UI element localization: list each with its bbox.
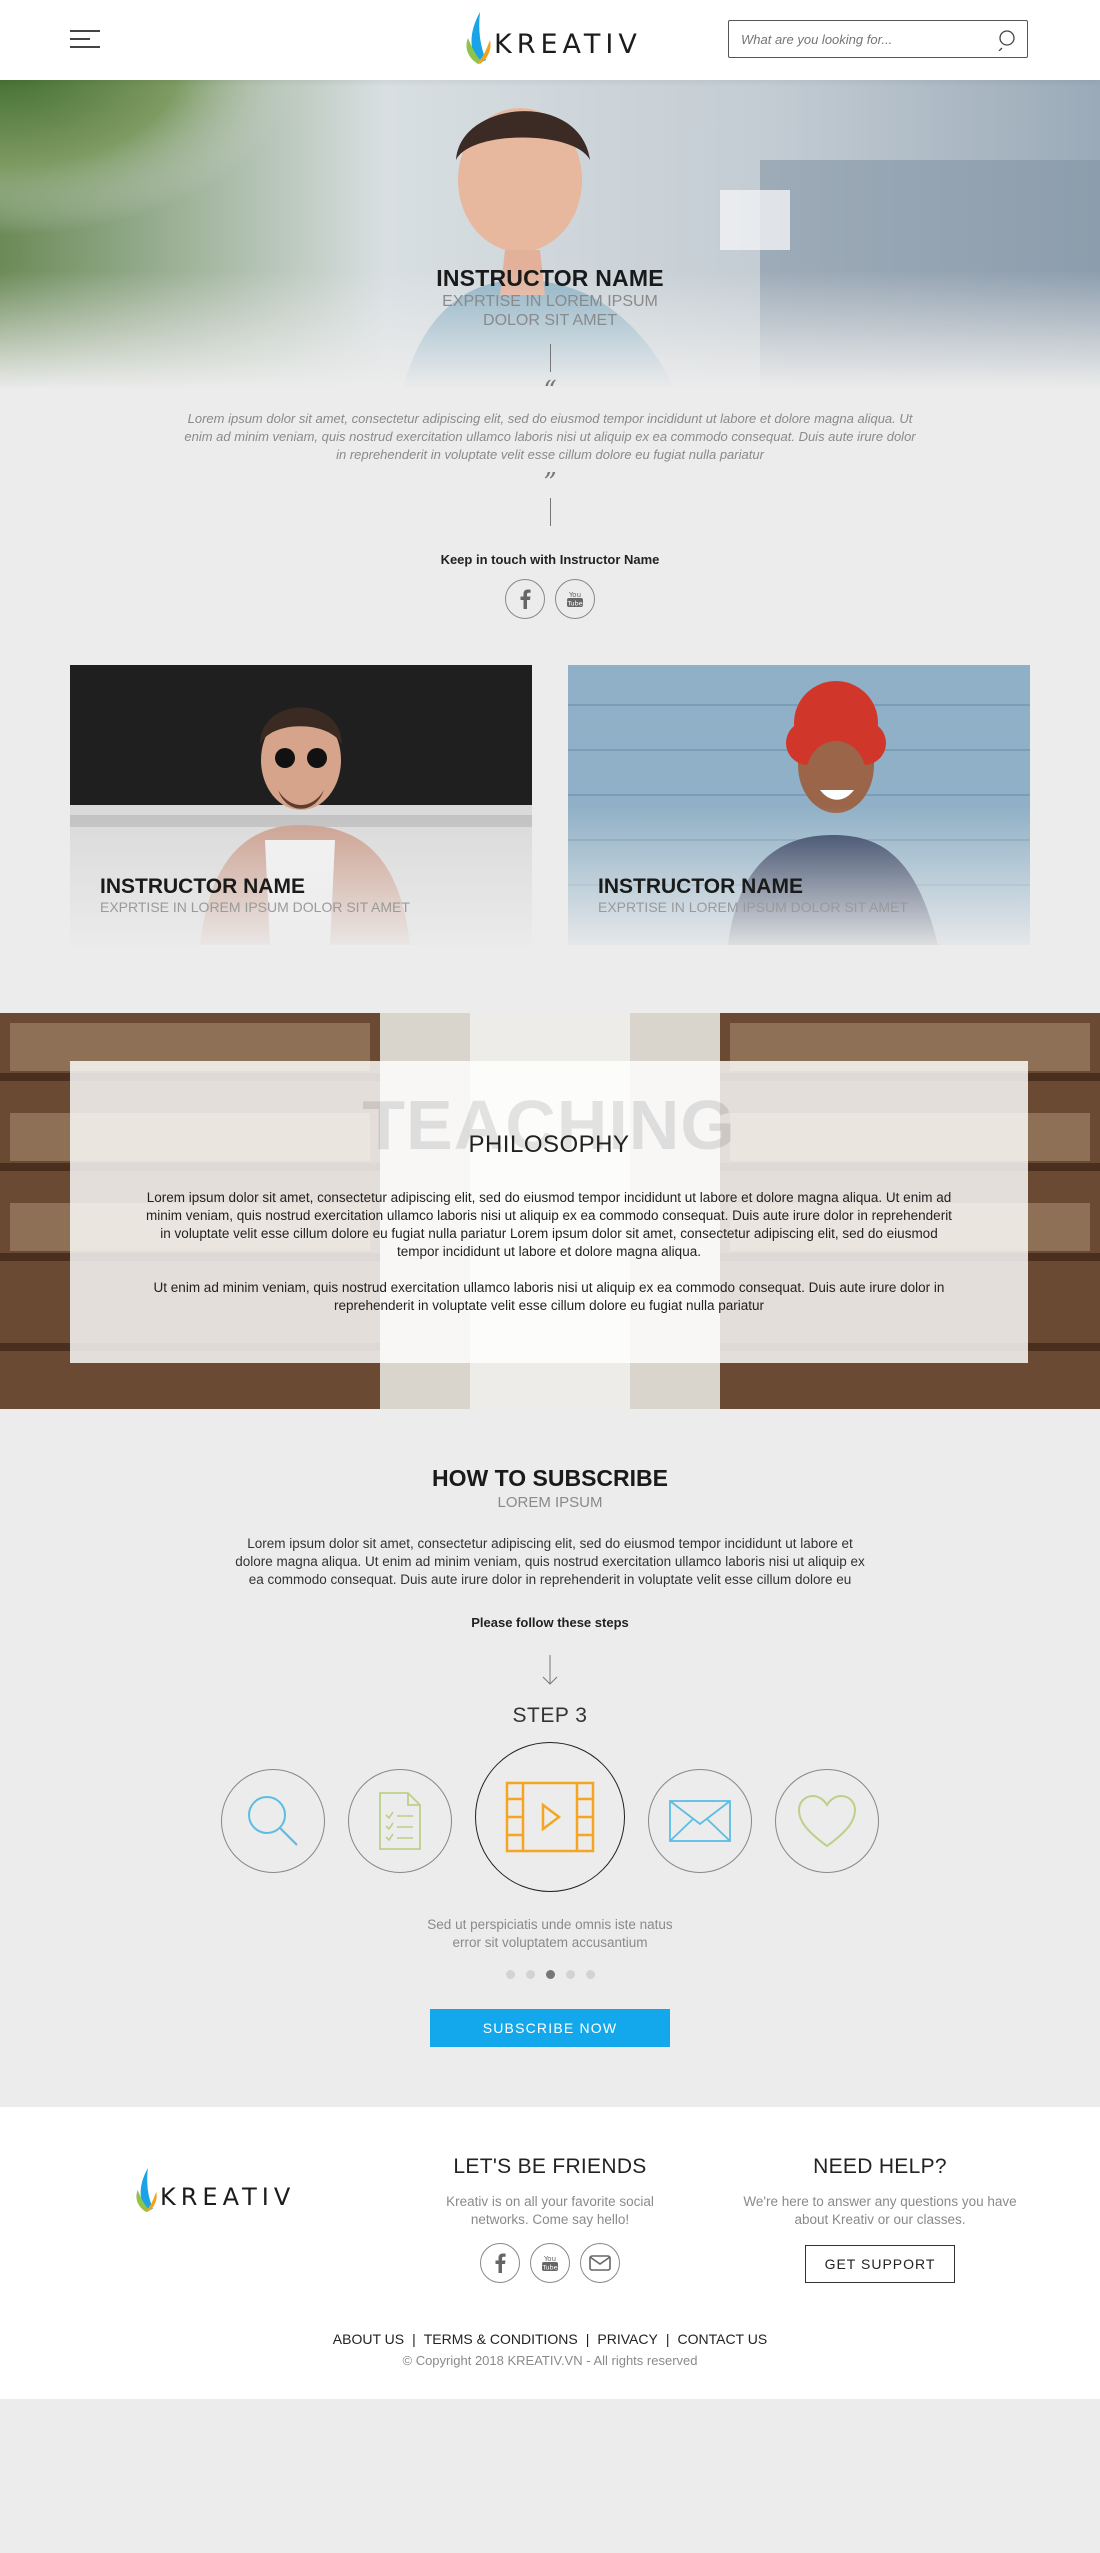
teaching-philosophy-box: TEACHING PHILOSOPHY Lorem ipsum dolor si… — [70, 1061, 1028, 1363]
step-1-search[interactable] — [221, 1769, 325, 1873]
carousel-dot[interactable] — [505, 1970, 515, 1979]
step-4-mail[interactable] — [648, 1769, 752, 1873]
copyright: © Copyright 2018 KREATIV.VN - All rights… — [402, 2353, 698, 2368]
subscribe-title: HOW TO SUBSCRIBE — [432, 1465, 668, 1491]
facebook-icon[interactable] — [505, 579, 545, 619]
footer-help: NEED HELP? We're here to answer any ques… — [730, 2155, 1030, 2283]
footer-logo-text: KREATIV — [160, 2183, 296, 2211]
youtube-icon[interactable]: You Tube — [530, 2243, 570, 2283]
instructor-expertise-line2: DOLOR SIT AMET — [483, 312, 617, 329]
subscribe-now-button[interactable]: SUBSCRIBE NOW — [430, 2009, 670, 2047]
about-us-link[interactable]: ABOUT US — [333, 2331, 404, 2347]
step-5-heart[interactable] — [775, 1769, 879, 1873]
teaching-paragraph-2: Ut enim ad minim veniam, quis nostrud ex… — [153, 1280, 945, 1313]
card-instructor-name: INSTRUCTOR NAME — [100, 875, 305, 898]
instructor-social: You Tube — [0, 579, 1100, 619]
site-header: KREATIV — [0, 0, 1100, 80]
contact-us-link[interactable]: CONTACT US — [677, 2331, 767, 2347]
svg-text:Tube: Tube — [541, 2264, 557, 2272]
checklist-icon — [379, 1792, 421, 1850]
carousel-dot-active[interactable] — [545, 1970, 555, 1979]
step-description: Sed ut perspiciatis unde omnis iste natu… — [0, 1916, 1100, 1952]
instructor-name: INSTRUCTOR NAME — [436, 265, 664, 291]
help-text: We're here to answer any questions you h… — [743, 2194, 1017, 2227]
steps-carousel — [0, 1742, 1100, 1902]
open-quote-icon: “ — [543, 376, 557, 406]
carousel-dot[interactable] — [585, 1970, 595, 1979]
carousel-dots — [0, 1970, 1100, 1979]
footer-links: ABOUT US | TERMS & CONDITIONS | PRIVACY | CONT… — [332, 2331, 768, 2347]
step-3-video[interactable] — [475, 1742, 625, 1892]
card-instructor-expertise: EXPRTISE IN LOREM IPSUM DOLOR SIT AMET — [598, 899, 908, 915]
svg-text:You: You — [568, 591, 581, 599]
logo-feather-icon — [466, 12, 491, 64]
friends-title: LET'S BE FRIENDS — [453, 2155, 647, 2178]
search-input[interactable] — [729, 31, 979, 47]
step-description-line1: Sed ut perspiciatis unde omnis iste natu… — [427, 1917, 673, 1932]
carousel-dot[interactable] — [525, 1970, 535, 1979]
svg-text:You: You — [543, 2255, 556, 2263]
arrow-down-icon — [542, 1655, 558, 1685]
teaching-heading: PHILOSOPHY — [468, 1131, 630, 1158]
youtube-icon[interactable]: You Tube — [555, 579, 595, 619]
search-icon — [248, 1796, 298, 1846]
divider-line — [549, 344, 551, 372]
step-title: STEP 3 — [512, 1704, 588, 1727]
mail-icon[interactable] — [580, 2243, 620, 2283]
instructor-card[interactable]: INSTRUCTOR NAME EXPRTISE IN LOREM IPSUM … — [568, 665, 1030, 945]
video-icon — [505, 1781, 595, 1853]
instructor-cards: INSTRUCTOR NAME EXPRTISE IN LOREM IPSUM … — [0, 665, 1100, 945]
search-icon[interactable] — [997, 29, 1019, 51]
close-quote-icon: ” — [543, 468, 557, 498]
instructor-card[interactable]: INSTRUCTOR NAME EXPRTISE IN LOREM IPSUM … — [70, 665, 532, 945]
privacy-link[interactable]: PRIVACY — [597, 2331, 657, 2347]
teaching-philosophy-section: TEACHING PHILOSOPHY Lorem ipsum dolor si… — [0, 1013, 1100, 1409]
facebook-icon[interactable] — [480, 2243, 520, 2283]
how-to-subscribe-section: HOW TO SUBSCRIBE LOREM IPSUM Lorem ipsum… — [0, 1409, 1100, 2107]
site-footer: KREATIV LET'S BE FRIENDS Kreativ is on a… — [0, 2107, 1100, 2399]
instructor-quote: Lorem ipsum dolor sit amet, consectetur … — [184, 411, 916, 462]
step-2-checklist[interactable] — [348, 1769, 452, 1873]
instructor-expertise-line1: EXPRTISE IN LOREM IPSUM — [442, 293, 658, 310]
search-box[interactable] — [728, 20, 1028, 58]
svg-text:Tube: Tube — [566, 600, 582, 608]
logo-text: KREATIV — [494, 29, 642, 60]
teaching-paragraph-1: Lorem ipsum dolor sit amet, consectetur … — [146, 1190, 952, 1259]
follow-steps-label: Please follow these steps — [471, 1615, 629, 1630]
card-instructor-name: INSTRUCTOR NAME — [598, 875, 803, 898]
subscribe-text: Lorem ipsum dolor sit amet, consectetur … — [235, 1536, 865, 1587]
mail-icon — [669, 1800, 731, 1842]
footer-social: You Tube — [420, 2243, 680, 2283]
keep-in-touch-label: Keep in touch with Instructor Name — [440, 552, 660, 567]
featured-instructor: INSTRUCTOR NAME EXPRTISE IN LOREM IPSUM … — [0, 265, 1100, 619]
friends-text: Kreativ is on all your favorite social n… — [446, 2194, 654, 2227]
heart-icon — [797, 1794, 857, 1848]
step-description-line2: error sit voluptatem accusantium — [452, 1935, 648, 1950]
subscribe-subtitle: LOREM IPSUM — [497, 1494, 603, 1511]
site-logo[interactable]: KREATIV — [466, 6, 642, 66]
card-instructor-expertise: EXPRTISE IN LOREM IPSUM DOLOR SIT AMET — [100, 899, 410, 915]
footer-logo[interactable]: KREATIV — [136, 2165, 295, 2215]
help-title: NEED HELP? — [813, 2155, 947, 2178]
terms-link[interactable]: TERMS & CONDITIONS — [424, 2331, 578, 2347]
carousel-dot[interactable] — [565, 1970, 575, 1979]
footer-friends: LET'S BE FRIENDS Kreativ is on all your … — [420, 2155, 680, 2283]
get-support-button[interactable]: GET SUPPORT — [805, 2245, 955, 2283]
divider-line — [549, 498, 551, 526]
logo-feather-icon — [136, 2168, 157, 2212]
menu-icon[interactable] — [70, 30, 100, 50]
